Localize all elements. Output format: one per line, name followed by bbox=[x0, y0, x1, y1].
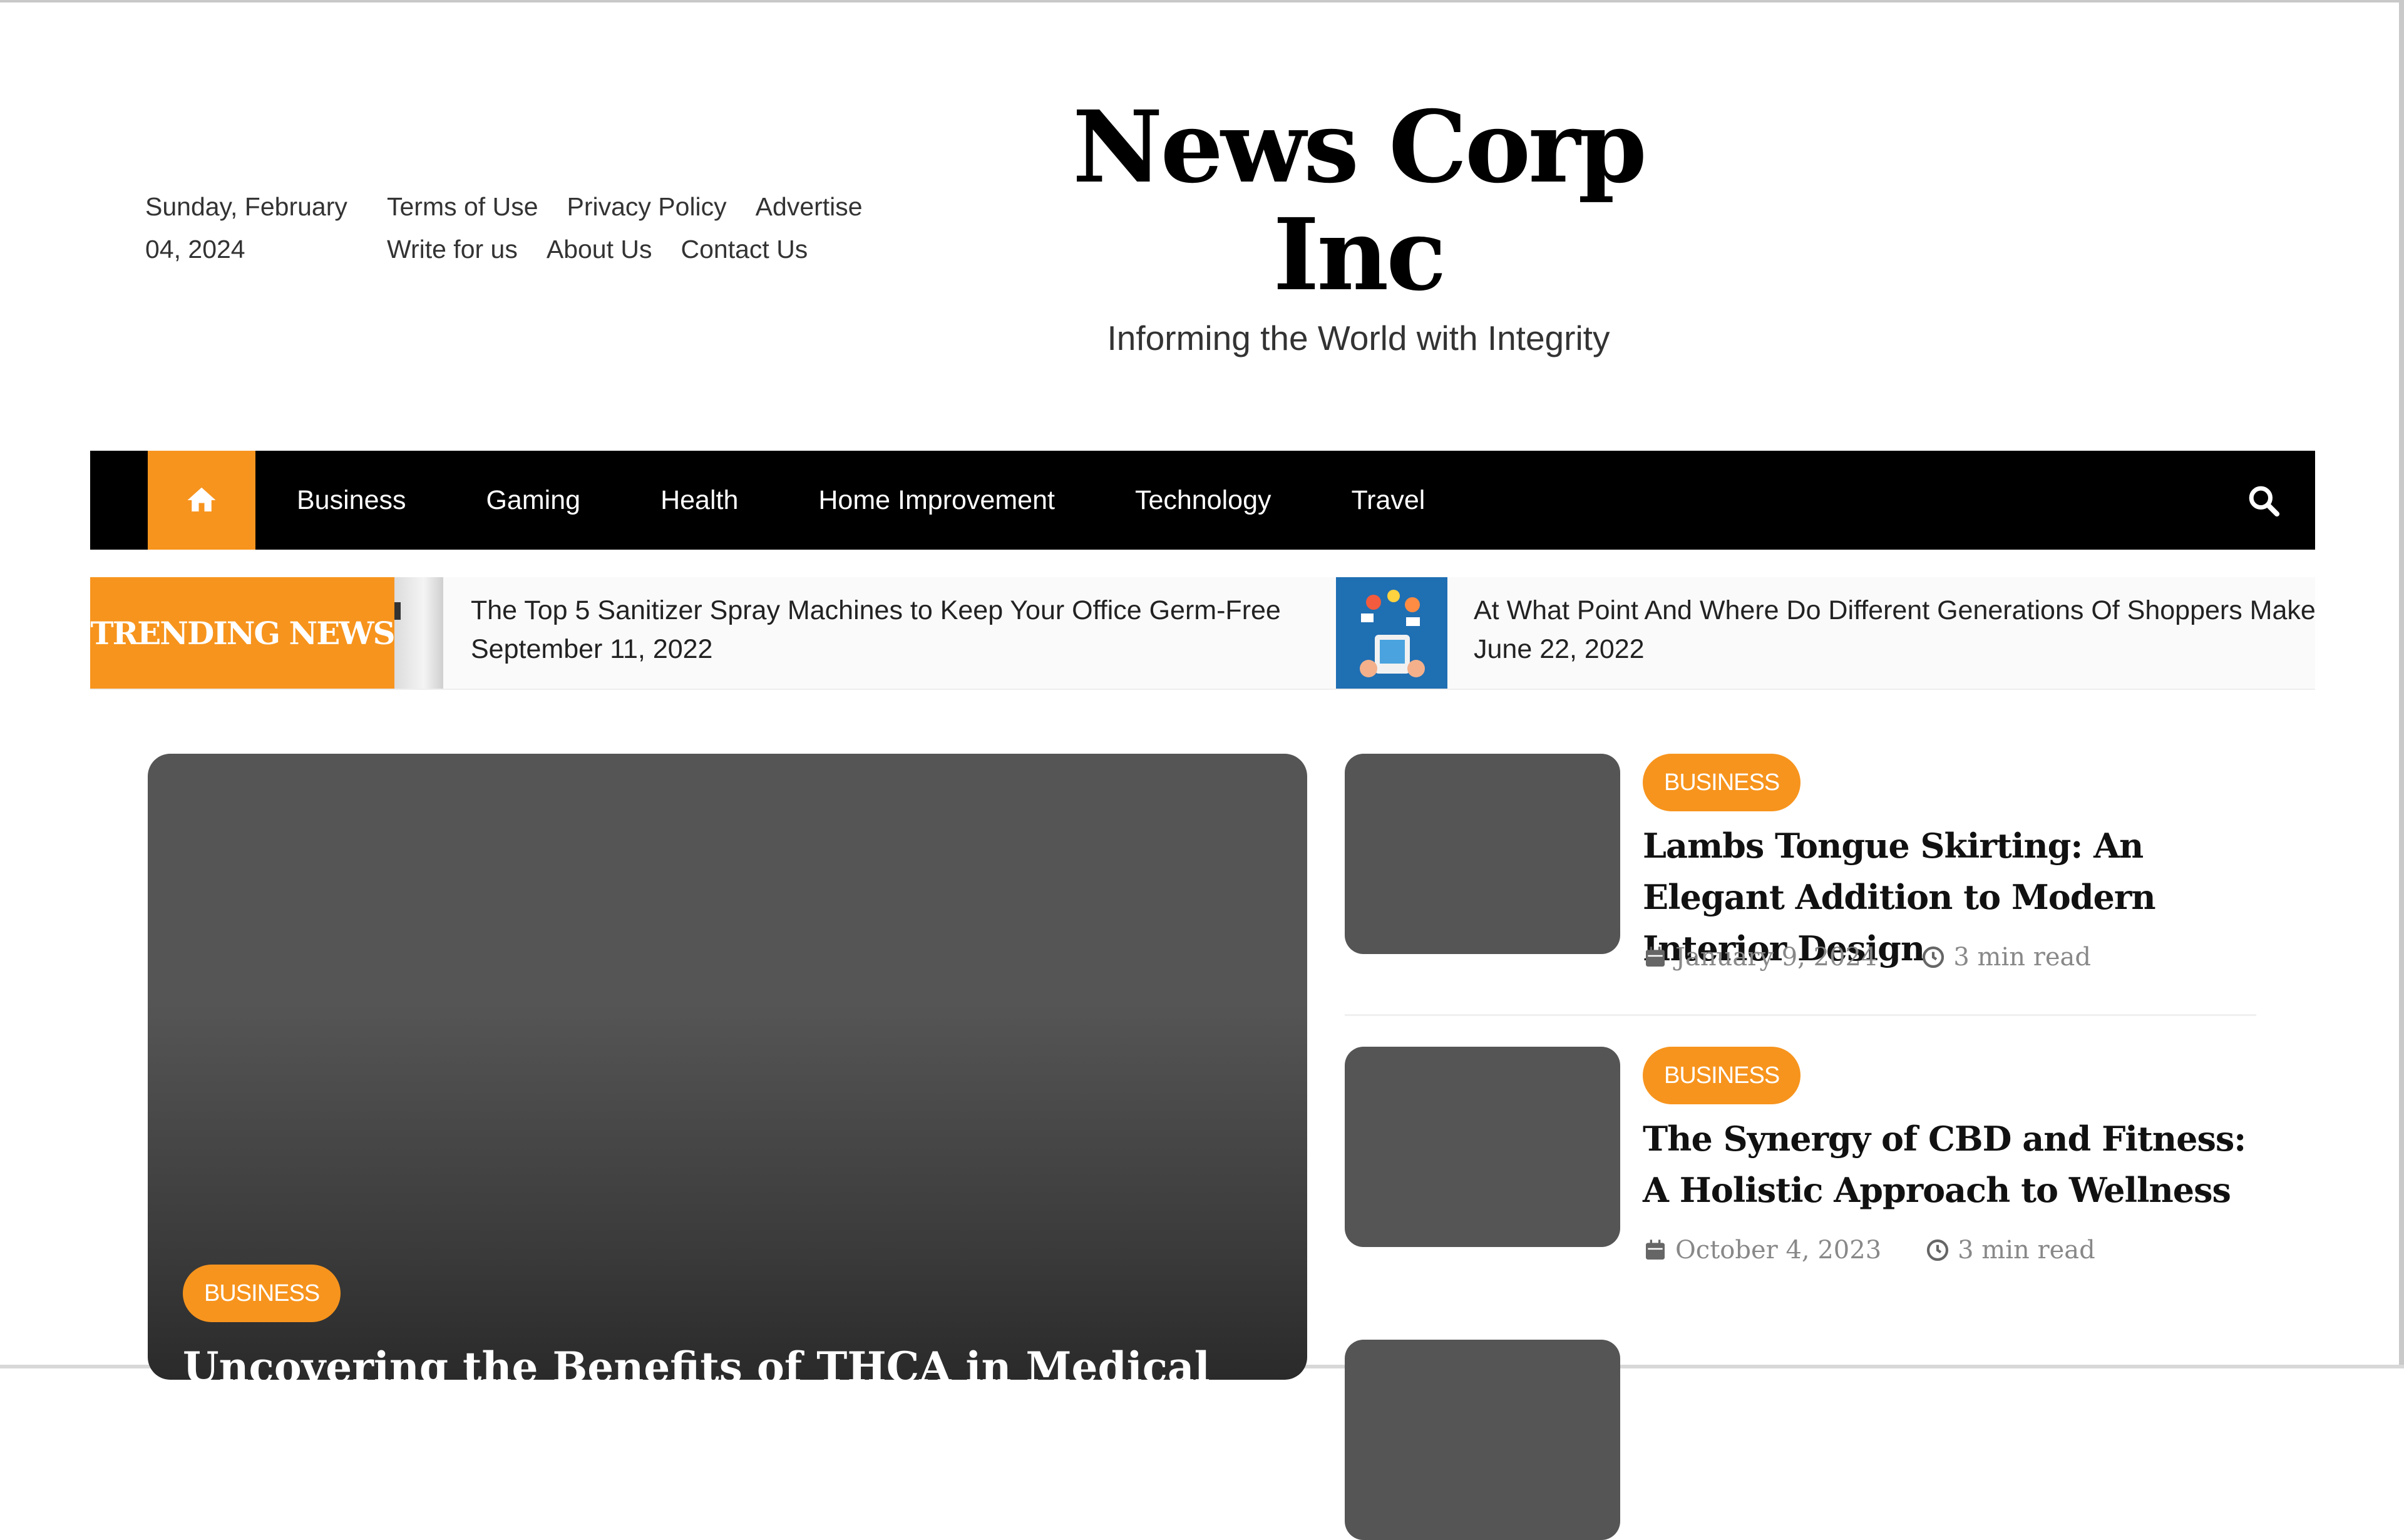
nav-item-business[interactable]: Business bbox=[297, 485, 406, 516]
trending-label: TRENDING NEWS bbox=[90, 577, 396, 689]
clock-icon bbox=[1923, 946, 1944, 968]
featured-post-title[interactable]: Uncovering the Benefits of THCA in Medic… bbox=[183, 1342, 1285, 1380]
post-thumbnail[interactable] bbox=[1345, 1340, 1620, 1540]
post-thumbnail[interactable] bbox=[1345, 1047, 1620, 1247]
nav-home-button[interactable] bbox=[148, 451, 255, 550]
top-links: Terms of Use Privacy Policy Advertise Wr… bbox=[387, 185, 888, 270]
trending-thumbnail[interactable] bbox=[394, 577, 443, 689]
trending-item-date: September 11, 2022 bbox=[471, 634, 713, 664]
featured-post-card[interactable]: BUSINESS Uncovering the Benefits of THCA… bbox=[148, 754, 1307, 1380]
calendar-icon bbox=[1646, 1240, 1665, 1260]
calendar-icon bbox=[1646, 947, 1665, 967]
post-date: January 9, 2024 bbox=[1675, 943, 1877, 972]
advertise-link[interactable]: Advertise bbox=[756, 185, 863, 228]
privacy-policy-link[interactable]: Privacy Policy bbox=[567, 185, 727, 228]
window-right-border bbox=[2399, 0, 2404, 1368]
search-icon[interactable] bbox=[2246, 483, 2281, 518]
contact-us-link[interactable]: Contact Us bbox=[681, 228, 808, 270]
main-nav: Business Gaming Health Home Improvement … bbox=[90, 451, 2315, 550]
nav-items: Business Gaming Health Home Improvement … bbox=[297, 451, 1505, 550]
trending-item-title[interactable]: At What Point And Where Do Different Gen… bbox=[1474, 591, 2316, 630]
nav-item-home-improvement[interactable]: Home Improvement bbox=[818, 485, 1055, 516]
site-tagline: Informing the World with Integrity bbox=[1107, 319, 1610, 357]
home-icon bbox=[187, 487, 216, 511]
post-title[interactable]: The Synergy of CBD and Fitness: A Holist… bbox=[1643, 1113, 2256, 1216]
category-badge[interactable]: BUSINESS bbox=[1643, 754, 1801, 811]
category-badge[interactable]: BUSINESS bbox=[183, 1265, 341, 1322]
terms-of-use-link[interactable]: Terms of Use bbox=[387, 185, 538, 228]
post-read-time: 3 min read bbox=[1958, 1236, 2095, 1265]
post-read-time: 3 min read bbox=[1953, 943, 2091, 972]
post-meta: October 4, 2023 3 min read bbox=[1643, 1236, 2095, 1265]
post-divider bbox=[1345, 1014, 2256, 1016]
post-meta: January 9, 2024 3 min read bbox=[1643, 943, 2091, 972]
post-date: October 4, 2023 bbox=[1675, 1236, 1882, 1265]
nav-item-travel[interactable]: Travel bbox=[1351, 485, 1425, 516]
about-us-link[interactable]: About Us bbox=[547, 228, 652, 270]
current-date: Sunday, February 04, 2024 bbox=[145, 192, 347, 264]
nav-item-gaming[interactable]: Gaming bbox=[486, 485, 580, 516]
trending-thumbnail[interactable] bbox=[1336, 577, 1447, 689]
trending-bar: TRENDING NEWS The Top 5 Sanitizer Spray … bbox=[90, 577, 2316, 690]
write-for-us-link[interactable]: Write for us bbox=[387, 228, 518, 270]
nav-item-technology[interactable]: Technology bbox=[1135, 485, 1271, 516]
post-thumbnail[interactable] bbox=[1345, 754, 1620, 954]
trending-item[interactable]: At What Point And Where Do Different Gen… bbox=[1474, 591, 2316, 669]
trending-item-title[interactable]: The Top 5 Sanitizer Spray Machines to Ke… bbox=[471, 591, 1281, 630]
site-title[interactable]: News Corp Inc bbox=[1014, 94, 1703, 309]
clock-icon bbox=[1927, 1239, 1949, 1261]
trending-item[interactable]: The Top 5 Sanitizer Spray Machines to Ke… bbox=[471, 591, 1281, 669]
category-badge[interactable]: BUSINESS bbox=[1643, 1047, 1801, 1104]
nav-item-health[interactable]: Health bbox=[660, 485, 738, 516]
window-top-border bbox=[0, 0, 2404, 3]
trending-item-date: June 22, 2022 bbox=[1474, 634, 1645, 664]
